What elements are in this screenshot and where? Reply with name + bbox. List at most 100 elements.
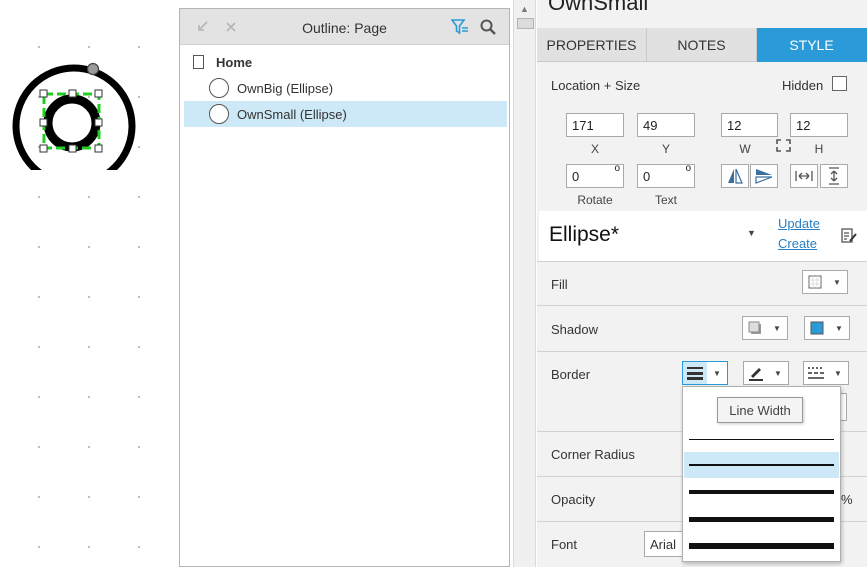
line-pattern-icon: [804, 362, 828, 384]
tree-item-page-home[interactable]: Home: [180, 49, 509, 75]
flip-vertical-icon: [755, 169, 773, 184]
text-rotate-field[interactable]: 0o: [637, 163, 695, 188]
divider: [537, 305, 867, 306]
scroll-up-icon[interactable]: ▲: [520, 4, 529, 14]
shadow-icon: [743, 317, 767, 339]
height-field[interactable]: 12: [790, 113, 848, 137]
page-label: Home: [216, 54, 253, 70]
inner-shadow-icon: [805, 317, 829, 339]
x-field[interactable]: 171: [566, 113, 624, 137]
border-color-picker[interactable]: ▼: [743, 361, 789, 385]
search-icon[interactable]: [479, 18, 497, 36]
w-label: W: [739, 142, 751, 156]
fill-color-picker[interactable]: ▼: [802, 270, 848, 294]
line-sample: [689, 438, 834, 440]
ownbig-ellipse[interactable]: [12, 64, 136, 170]
fill-swatch-icon: [803, 271, 827, 293]
create-style-link[interactable]: Create: [778, 236, 817, 251]
hidden-label: Hidden: [782, 78, 824, 93]
edit-style-icon[interactable]: [841, 228, 857, 247]
page-icon: [193, 55, 204, 69]
text-rotate-value: 0: [643, 169, 651, 184]
ellipse-icon: [209, 78, 229, 98]
line-width-option-2[interactable]: [684, 452, 839, 478]
h-label: H: [814, 142, 824, 156]
line-sample: [689, 490, 834, 494]
scroll-thumb[interactable]: [517, 18, 534, 29]
line-width-tooltip: Line Width: [717, 397, 803, 423]
divider: [537, 351, 867, 352]
line-width-button[interactable]: ▼: [682, 361, 728, 385]
pen-icon: [744, 362, 768, 384]
line-sample: [689, 464, 834, 466]
border-label: Border: [551, 367, 591, 382]
font-label: Font: [551, 537, 578, 552]
opacity-label: Opacity: [551, 492, 596, 507]
y-field[interactable]: 49: [637, 113, 695, 137]
ellipse-icon: [209, 104, 229, 124]
rotate-field[interactable]: 0o: [566, 163, 624, 188]
tree-item-label: OwnBig (Ellipse): [237, 80, 334, 96]
chevron-down-icon: ▼: [835, 323, 843, 333]
inspector-tabs: PROPERTIES NOTES STYLE: [537, 28, 867, 62]
vertical-scrollbar[interactable]: ▲: [513, 0, 536, 567]
filter-icon[interactable]: [451, 18, 469, 36]
update-style-link[interactable]: Update: [778, 216, 820, 231]
app-window: Outline: Page Home OwnBig (Ellipse) OwnS…: [0, 0, 867, 567]
lock-ratio-icon[interactable]: [776, 139, 791, 152]
tab-properties[interactable]: PROPERTIES: [537, 28, 647, 62]
location-size-label: Location + Size: [551, 78, 641, 93]
line-width-option-3[interactable]: [684, 479, 839, 505]
line-sample: [689, 516, 834, 522]
tab-style[interactable]: STYLE: [757, 28, 867, 62]
style-name[interactable]: Ellipse*: [549, 223, 619, 247]
distribute-horizontal-icon: [795, 171, 813, 181]
distribute-vertical-icon: [829, 167, 839, 185]
shadow-label: Shadow: [551, 322, 598, 337]
line-width-option-5[interactable]: [684, 533, 839, 559]
width-field[interactable]: 12: [721, 113, 778, 137]
widget-name[interactable]: OwnSmall: [548, 0, 648, 16]
divider: [537, 261, 867, 262]
flip-horizontal-icon: [728, 168, 743, 184]
inner-shadow-picker[interactable]: ▼: [804, 316, 850, 340]
chevron-down-icon: ▼: [833, 277, 841, 287]
corner-radius-label: Corner Radius: [551, 447, 635, 462]
design-canvas[interactable]: [0, 0, 180, 567]
opacity-percent: %: [841, 492, 853, 507]
tree-item-ownsmall[interactable]: OwnSmall (Ellipse): [184, 101, 507, 127]
rotate-value: 0: [572, 169, 580, 184]
hidden-checkbox[interactable]: [832, 76, 847, 91]
rotation-handle[interactable]: [86, 62, 100, 76]
style-dropdown-icon[interactable]: ▼: [747, 228, 756, 238]
line-pattern-picker[interactable]: ▼: [803, 361, 849, 385]
outer-shadow-picker[interactable]: ▼: [742, 316, 788, 340]
text-label: Text: [654, 193, 677, 207]
chevron-down-icon: ▼: [834, 368, 842, 378]
canvas-shapes: [12, 62, 136, 170]
rotate-label: Rotate: [577, 193, 613, 207]
flip-vertical-button[interactable]: [750, 164, 778, 188]
chevron-down-icon: ▼: [773, 323, 781, 333]
fill-label: Fill: [551, 277, 568, 292]
distribute-horizontal-button[interactable]: [790, 164, 818, 188]
outline-panel: Outline: Page Home OwnBig (Ellipse) OwnS…: [179, 8, 510, 567]
distribute-vertical-button[interactable]: [820, 164, 848, 188]
line-width-icon: [683, 362, 707, 384]
degree-symbol: o: [614, 163, 620, 174]
y-label: Y: [661, 142, 670, 156]
tree-item-label: OwnSmall (Ellipse): [237, 106, 347, 122]
line-width-option-1[interactable]: [684, 426, 839, 452]
x-label: X: [590, 142, 599, 156]
chevron-down-icon: ▼: [707, 362, 727, 384]
line-sample: [689, 543, 834, 549]
chevron-down-icon: ▼: [774, 368, 782, 378]
outline-header: Outline: Page: [180, 9, 509, 45]
degree-symbol: o: [685, 163, 691, 174]
tab-notes[interactable]: NOTES: [647, 28, 757, 62]
tree-item-ownbig[interactable]: OwnBig (Ellipse): [180, 75, 509, 101]
ownsmall-ellipse[interactable]: [43, 94, 101, 152]
line-width-option-4[interactable]: [684, 506, 839, 532]
flip-horizontal-button[interactable]: [721, 164, 749, 188]
style-selector: Ellipse* ▼ Update Create: [539, 211, 867, 261]
